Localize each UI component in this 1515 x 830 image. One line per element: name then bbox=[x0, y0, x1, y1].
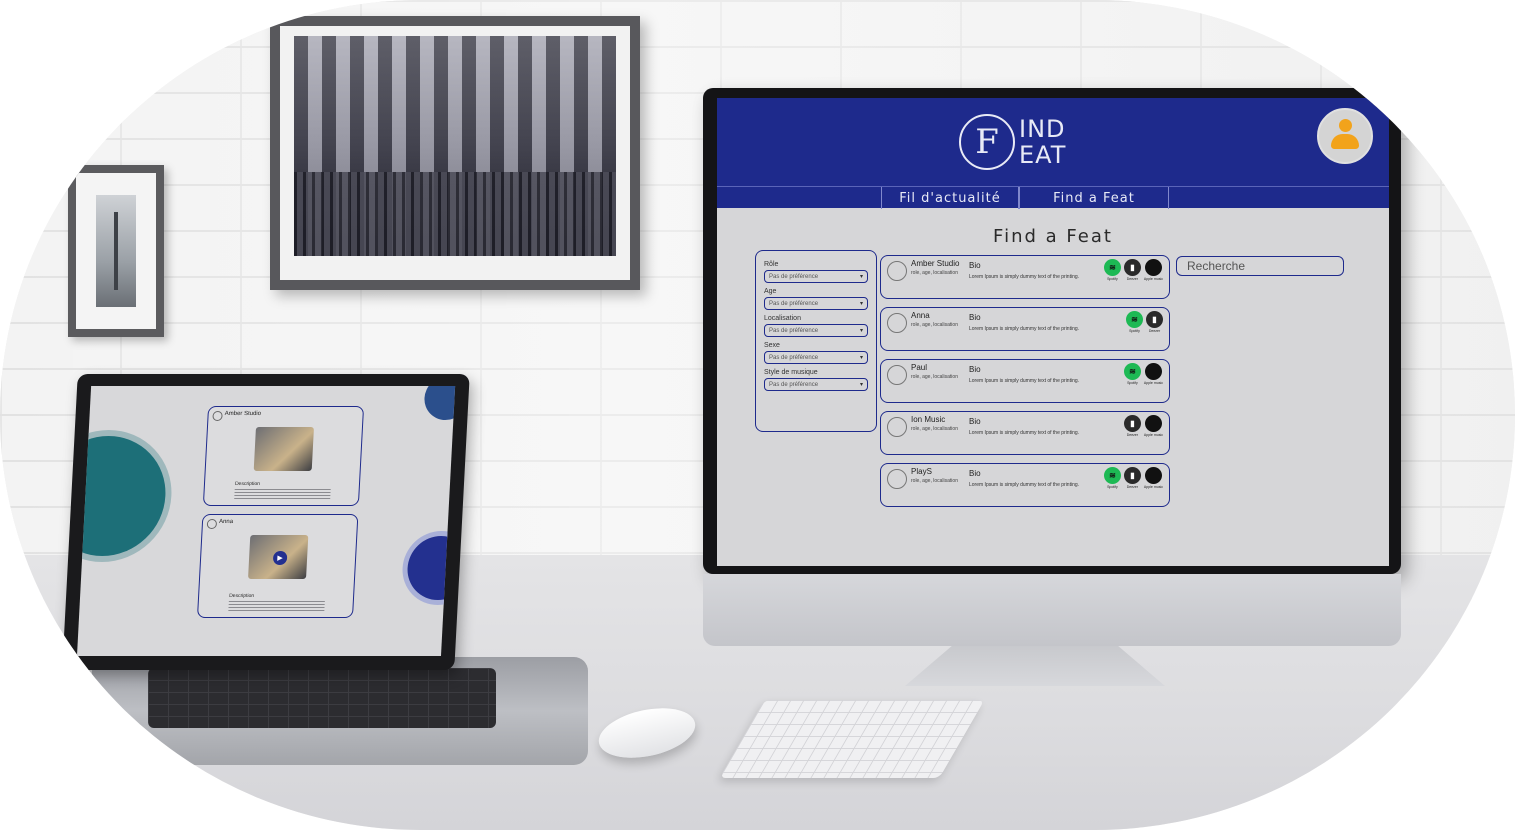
post-text-lines bbox=[234, 489, 331, 499]
spotify-icon: ≋ bbox=[1103, 259, 1121, 276]
result-card[interactable]: Anna role, age, localisation Bio Lorem I… bbox=[880, 307, 1170, 351]
small-picture-frame bbox=[68, 165, 164, 337]
apple-icon bbox=[1144, 415, 1162, 432]
laptop-keyboard bbox=[148, 668, 496, 728]
tower-photo bbox=[96, 195, 136, 307]
apple-music-link[interactable]: Apple music bbox=[1144, 363, 1163, 385]
desktop-monitor: F IND EAT Fil d'actualité Find a Feat Fi… bbox=[703, 88, 1401, 574]
chevron-down-icon: ▾ bbox=[859, 301, 863, 307]
decor-circle bbox=[76, 436, 169, 556]
feed-post[interactable]: Amber Studio Description bbox=[202, 406, 365, 506]
filter-style: Style de musique Pas de préférence ▾ bbox=[764, 369, 868, 391]
post-avatar bbox=[206, 519, 218, 529]
filter-role: Rôle Pas de préférence ▾ bbox=[764, 261, 868, 283]
apple-icon bbox=[1144, 259, 1162, 276]
deezer-icon: ▮ bbox=[1146, 311, 1163, 328]
chevron-down-icon: ▾ bbox=[859, 382, 863, 388]
apple-icon bbox=[1144, 363, 1162, 380]
post-avatar bbox=[212, 411, 223, 421]
post-image bbox=[253, 427, 314, 471]
main-nav: Fil d'actualité Find a Feat bbox=[717, 186, 1389, 209]
post-text-lines bbox=[228, 601, 325, 611]
profile-avatar bbox=[887, 261, 907, 281]
spotify-link[interactable]: ≋ Spotify bbox=[1103, 259, 1121, 281]
user-avatar-button[interactable] bbox=[1317, 108, 1373, 164]
page-title: Find a Feat bbox=[993, 226, 1113, 247]
deezer-link[interactable]: ▮ Deezer bbox=[1146, 311, 1163, 333]
user-icon bbox=[1330, 119, 1360, 153]
external-keyboard bbox=[719, 700, 985, 778]
feed-post[interactable]: Anna ▶ Description bbox=[196, 514, 359, 618]
deezer-link[interactable]: ▮ Deezer bbox=[1123, 467, 1141, 489]
building-photo bbox=[294, 36, 616, 256]
filter-localisation: Localisation Pas de préférence ▾ bbox=[764, 315, 868, 337]
logo-ring: F bbox=[959, 114, 1015, 170]
deezer-icon: ▮ bbox=[1123, 415, 1141, 432]
spotify-icon: ≋ bbox=[1126, 311, 1143, 328]
chevron-down-icon: ▾ bbox=[859, 274, 863, 280]
deezer-link[interactable]: ▮ Deezer bbox=[1123, 259, 1141, 281]
monitor-screen: F IND EAT Fil d'actualité Find a Feat Fi… bbox=[717, 98, 1389, 566]
deezer-icon: ▮ bbox=[1123, 467, 1141, 484]
logo-line-2: EAT bbox=[1019, 141, 1067, 169]
chevron-down-icon: ▾ bbox=[859, 328, 863, 334]
result-card[interactable]: Paul role, age, localisation Bio Lorem I… bbox=[880, 359, 1170, 403]
decor-circle bbox=[405, 536, 456, 600]
laptop-screen: Amber Studio Description Anna ▶ Descript… bbox=[76, 386, 456, 656]
apple-music-link[interactable]: Apple music bbox=[1144, 259, 1163, 281]
result-card[interactable]: PlayS role, age, localisation Bio Lorem … bbox=[880, 463, 1170, 507]
filter-sexe: Sexe Pas de préférence ▾ bbox=[764, 342, 868, 364]
desk-scene: F IND EAT Fil d'actualité Find a Feat Fi… bbox=[0, 0, 1515, 830]
profile-avatar bbox=[887, 469, 907, 489]
filter-panel: Rôle Pas de préférence ▾ Age Pas de préfé… bbox=[755, 250, 877, 432]
profile-avatar bbox=[887, 417, 907, 437]
localisation-select[interactable]: Pas de préférence ▾ bbox=[764, 324, 868, 337]
deezer-icon: ▮ bbox=[1123, 259, 1141, 276]
filter-age: Age Pas de préférence ▾ bbox=[764, 288, 868, 310]
spotify-link[interactable]: ≋ Spotify bbox=[1103, 467, 1121, 489]
profile-avatar bbox=[887, 365, 907, 385]
result-card[interactable]: Amber Studio role, age, localisation Bio… bbox=[880, 255, 1170, 299]
app-header: F IND EAT bbox=[717, 98, 1389, 186]
spotify-link[interactable]: ≋ Spotify bbox=[1123, 363, 1141, 385]
age-select[interactable]: Pas de préférence ▾ bbox=[764, 297, 868, 310]
apple-music-link[interactable]: Apple music bbox=[1144, 415, 1163, 437]
apple-music-link[interactable]: Apple music bbox=[1144, 467, 1163, 489]
deezer-link[interactable]: ▮ Deezer bbox=[1123, 415, 1141, 437]
logo-line-1: IND bbox=[1019, 115, 1066, 143]
chevron-down-icon: ▾ bbox=[859, 355, 863, 361]
profile-avatar bbox=[887, 313, 907, 333]
spotify-icon: ≋ bbox=[1103, 467, 1121, 484]
tab-find-a-feat[interactable]: Find a Feat bbox=[1019, 187, 1169, 209]
results-list: Amber Studio role, age, localisation Bio… bbox=[880, 255, 1170, 515]
role-select[interactable]: Pas de préférence ▾ bbox=[764, 270, 868, 283]
large-picture-frame bbox=[270, 16, 640, 290]
monitor-chin bbox=[703, 574, 1401, 646]
laptop: Amber Studio Description Anna ▶ Descript… bbox=[62, 374, 470, 670]
decor-circle bbox=[423, 386, 456, 420]
tab-fil-actualite[interactable]: Fil d'actualité bbox=[881, 187, 1019, 209]
search-input[interactable]: Recherche bbox=[1176, 256, 1344, 276]
style-select[interactable]: Pas de préférence ▾ bbox=[764, 378, 868, 391]
findfeat-logo[interactable]: F IND EAT bbox=[959, 112, 1066, 172]
apple-icon bbox=[1144, 467, 1162, 484]
spotify-link[interactable]: ≋ Spotify bbox=[1126, 311, 1143, 333]
result-card[interactable]: Ion Music role, age, localisation Bio Lo… bbox=[880, 411, 1170, 455]
sexe-select[interactable]: Pas de préférence ▾ bbox=[764, 351, 868, 364]
spotify-icon: ≋ bbox=[1123, 363, 1141, 380]
